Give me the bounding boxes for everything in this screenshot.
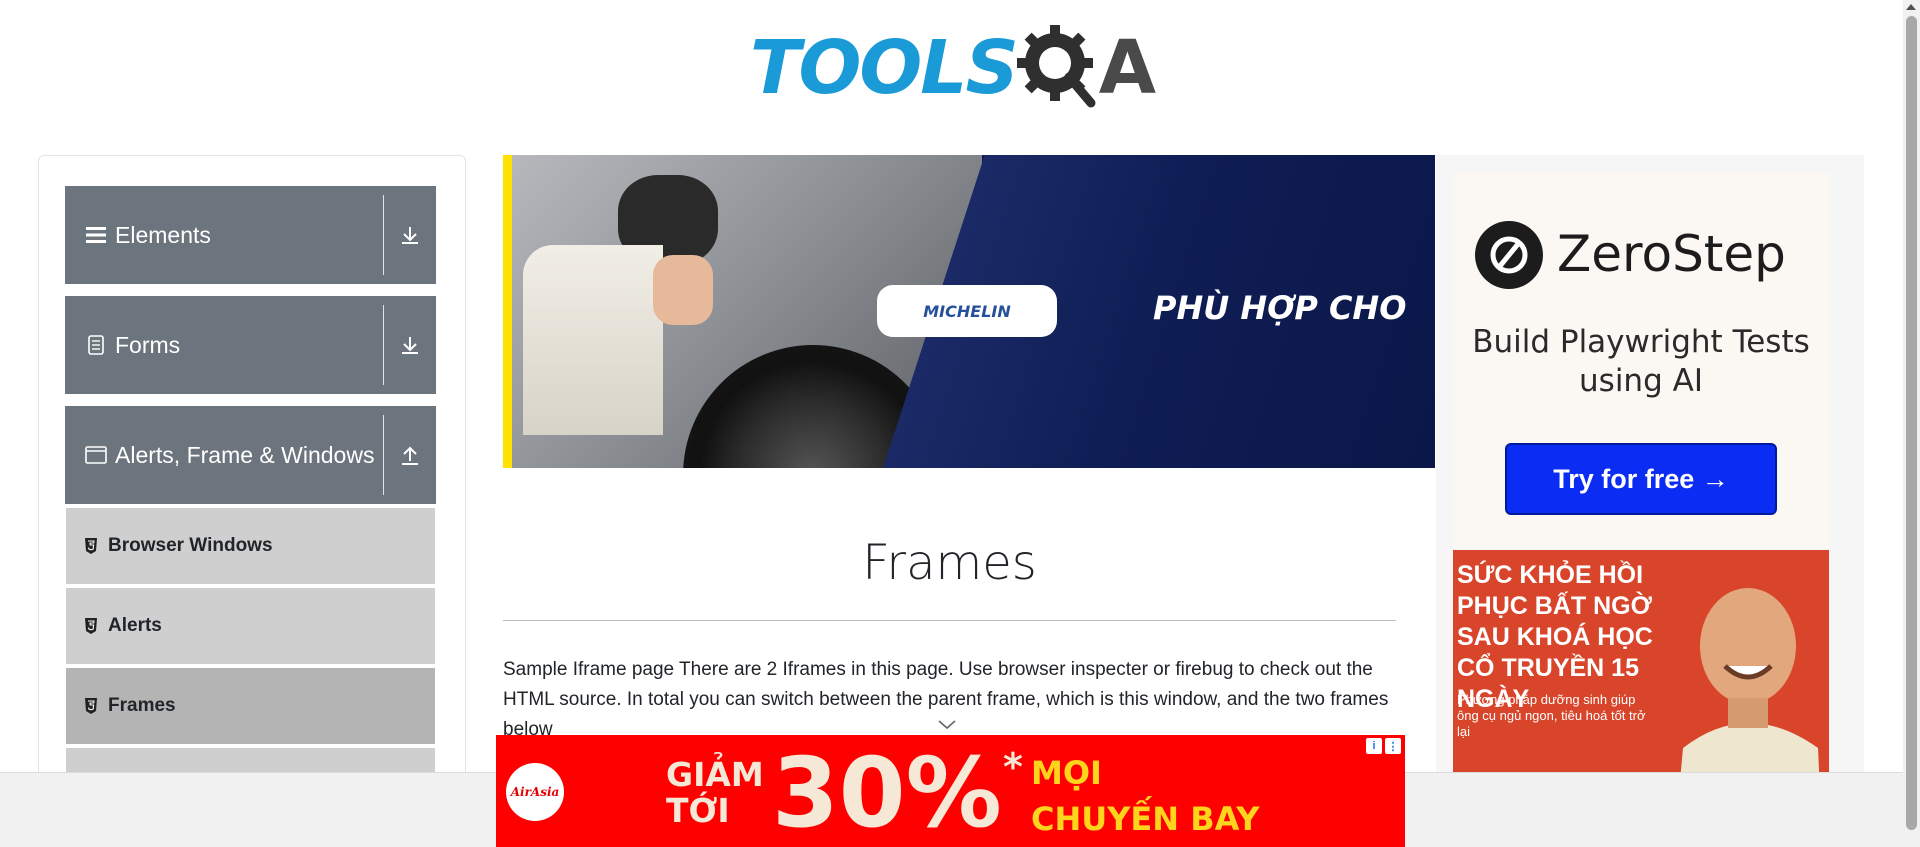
toolsqa-logo[interactable]: TOOLS A	[750, 18, 1157, 118]
logo-suffix: A	[1098, 25, 1157, 111]
sidebar: Elements Forms Alerts, Frame & Windows B…	[38, 155, 466, 847]
person-hand	[653, 255, 713, 325]
ad-text-giam: GIẢM TỚI	[666, 757, 764, 829]
airasia-logo: AirAsia	[506, 763, 564, 821]
ad-text-line: TỚI	[666, 791, 730, 830]
page-title: Frames	[862, 535, 1037, 591]
download-arrow-icon[interactable]	[384, 224, 436, 246]
divider	[383, 195, 384, 275]
sidebar-item-label: Alerts	[108, 615, 162, 636]
brand-text: MICHELIN	[923, 301, 1011, 321]
page: TOOLS A Elements Forms Alerts, Frame & W…	[0, 0, 1920, 847]
ad-menu-icon[interactable]: ⋮	[1385, 738, 1401, 754]
upload-arrow-icon[interactable]	[384, 444, 436, 466]
airasia-ad[interactable]: AirAsia GIẢM TỚI 30% * MỌI CHUYẾN BAY i …	[496, 735, 1405, 847]
banner-yellow-stripe	[503, 155, 512, 468]
download-arrow-icon[interactable]	[384, 334, 436, 356]
html5-icon	[83, 617, 99, 635]
sidebar-group-label: Forms	[115, 331, 181, 358]
logo-text: TOOLS	[750, 25, 1019, 111]
zerostep-brand: ZeroStep	[1557, 225, 1786, 283]
chevron-down-icon[interactable]	[935, 716, 959, 734]
sidebar-group-forms[interactable]: Forms	[65, 296, 436, 396]
ad-text-right: MỌI CHUYẾN BAY	[1031, 750, 1259, 842]
scrollbar-thumb[interactable]	[1906, 16, 1917, 830]
ad-percent: 30%	[772, 737, 1002, 847]
sidebar-item-frames[interactable]: Frames	[66, 668, 435, 746]
sidebar-group-label: Elements	[115, 221, 211, 248]
michelin-banner-ad[interactable]: MICHELIN PHÙ HỢP CHO	[503, 155, 1435, 468]
ad-text-line: MỌI	[1031, 754, 1102, 792]
sidebar-group-alerts-frame-windows[interactable]: Alerts, Frame & Windows	[65, 406, 436, 506]
ad-text-line: GIẢM	[666, 755, 764, 794]
sidebar-item-alerts[interactable]: Alerts	[66, 588, 435, 666]
banner-slogan: PHÙ HỢP CHO	[1153, 289, 1407, 327]
zerostep-logo-icon	[1475, 221, 1543, 289]
ad-star: *	[1003, 745, 1023, 789]
html5-icon	[83, 537, 99, 555]
zerostep-tagline: Build Playwright Tests using AI	[1472, 324, 1810, 399]
divider	[383, 415, 384, 495]
divider	[383, 305, 384, 385]
sidebar-group-elements[interactable]: Elements	[65, 186, 436, 286]
try-for-free-button[interactable]: Try for free →	[1505, 443, 1777, 515]
list-icon	[85, 224, 107, 246]
michelin-badge: MICHELIN	[877, 285, 1057, 337]
ad-info-icon[interactable]: i	[1366, 738, 1382, 754]
ad-text-line: CHUYẾN BAY	[1031, 800, 1260, 838]
sidebar-item-label: Browser Windows	[108, 535, 273, 556]
sidebar-group-label: Alerts, Frame & Windows	[115, 441, 375, 468]
health-ad-subtext: Phương pháp dưỡng sinh giúp ông cụ ngủ n…	[1457, 692, 1646, 739]
zerostep-ad[interactable]: ZeroStep Build Playwright Tests using AI…	[1453, 173, 1829, 548]
window-icon	[85, 444, 107, 466]
gear-magnifier-icon	[1015, 23, 1105, 113]
title-divider	[503, 620, 1396, 621]
document-icon	[85, 334, 107, 356]
scroll-up-icon[interactable]	[1906, 4, 1916, 10]
sidebar-item-browser-windows[interactable]: Browser Windows	[66, 508, 435, 586]
sidebar-item-label: Frames	[108, 695, 176, 716]
html5-icon	[83, 697, 99, 715]
person-arm	[523, 245, 663, 435]
